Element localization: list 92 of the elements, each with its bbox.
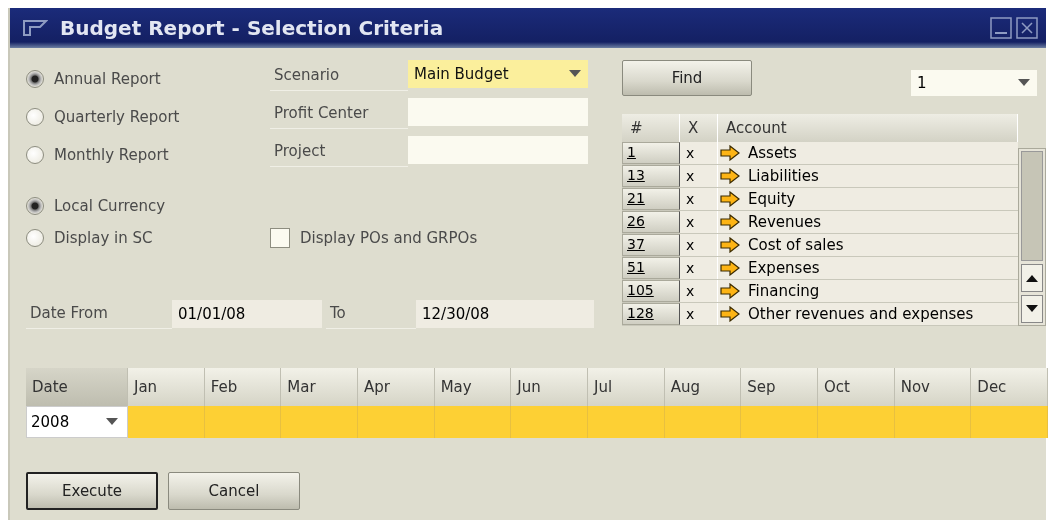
caret-icon [1017,79,1031,87]
minimize-icon[interactable] [990,17,1012,39]
account-name: Expenses [748,259,820,277]
table-cell: x [680,188,718,210]
table-cell: x [680,257,718,279]
date-field[interactable]: 12/30/08 [416,299,594,328]
row-number-link[interactable]: 1 [622,142,680,164]
caret-icon [568,70,582,78]
table-cell: x [680,234,718,256]
column-header: May [434,368,512,406]
table-cell[interactable] [588,406,665,438]
arrow-icon[interactable] [720,145,740,161]
column-header: Feb [204,368,282,406]
scrollbar[interactable] [1018,148,1046,326]
column-header: Sep [741,368,818,406]
row-number-link[interactable]: 105 [622,280,680,302]
checkbox[interactable] [270,228,290,248]
table-cell[interactable] [128,406,205,438]
table-cell[interactable] [818,406,895,438]
close-icon[interactable] [1016,17,1038,39]
input-field[interactable] [408,136,588,164]
column-header: Oct [818,368,895,406]
row-number-link[interactable]: 21 [622,188,680,210]
account-name: Other revenues and expenses [748,305,974,323]
table-cell[interactable] [971,406,1048,438]
arrow-icon[interactable] [720,168,740,184]
arrow-icon[interactable] [720,306,740,322]
table-cell[interactable] [204,406,282,438]
account-name: Revenues [748,213,822,231]
scroll-up-icon[interactable] [1026,274,1038,282]
row-number-link[interactable]: 13 [622,165,680,187]
column-header: X [680,114,718,142]
account-name: Cost of sales [748,236,844,254]
page-dropdown[interactable]: 1 [911,70,1037,96]
table-cell: x [680,211,718,233]
window-title: Budget Report - Selection Criteria [60,16,445,40]
row-number-link[interactable]: 37 [622,234,680,256]
table-cell: x [680,280,718,302]
checkbox-label[interactable]: Display POs and GRPOs [300,229,478,247]
column-header: Mar [281,368,358,406]
row-number-link[interactable]: 128 [622,303,680,325]
table-cell[interactable] [894,406,972,438]
column-header: Jul [588,368,665,406]
arrow-icon[interactable] [720,191,740,207]
table-cell[interactable] [511,406,588,438]
table-cell: x [680,165,718,187]
account-name: Assets [748,144,797,162]
account-name: Liabilities [748,167,819,185]
radio-label[interactable]: Quarterly Report [54,108,180,126]
column-header: Apr [358,368,435,406]
radio-label[interactable]: Local Currency [54,197,166,215]
radio-button[interactable] [26,197,44,215]
scroll-down-icon[interactable] [1026,305,1038,313]
form-icon [22,18,48,38]
table-cell[interactable] [358,406,435,438]
table-cell: x [680,142,718,164]
account-name: Equity [748,190,796,208]
column-header: Jun [511,368,588,406]
radio-button[interactable] [26,108,44,126]
column-header: Date [26,368,128,406]
column-header: Nov [894,368,972,406]
table-cell[interactable] [434,406,512,438]
column-header: # [622,114,680,142]
caret-icon [105,418,119,426]
column-header: Dec [971,368,1048,406]
radio-label[interactable]: Annual Report [54,70,161,88]
row-number-link[interactable]: 51 [622,257,680,279]
radio-button[interactable] [26,70,44,88]
radio-button[interactable] [26,146,44,164]
column-header: Aug [664,368,742,406]
dropdown-field[interactable]: Main Budget [408,60,588,88]
input-field[interactable] [408,98,588,126]
arrow-icon[interactable] [720,237,740,253]
table-cell[interactable] [281,406,358,438]
year-dropdown[interactable]: 2008 [26,406,128,438]
column-header: Jan [128,368,205,406]
radio-label[interactable]: Display in SC [54,229,153,247]
radio-label[interactable]: Monthly Report [54,146,169,164]
radio-button[interactable] [26,229,44,247]
column-header: Account [718,114,1018,142]
account-name: Financing [748,282,820,300]
table-cell: x [680,303,718,325]
find-button[interactable]: Find [622,60,752,96]
arrow-icon[interactable] [720,260,740,276]
cancel-button[interactable]: Cancel [168,472,300,510]
date-field[interactable]: 01/01/08 [172,299,322,328]
table-cell[interactable] [664,406,742,438]
execute-button[interactable]: Execute [26,472,158,510]
row-number-link[interactable]: 26 [622,211,680,233]
table-cell[interactable] [741,406,818,438]
arrow-icon[interactable] [720,214,740,230]
arrow-icon[interactable] [720,283,740,299]
